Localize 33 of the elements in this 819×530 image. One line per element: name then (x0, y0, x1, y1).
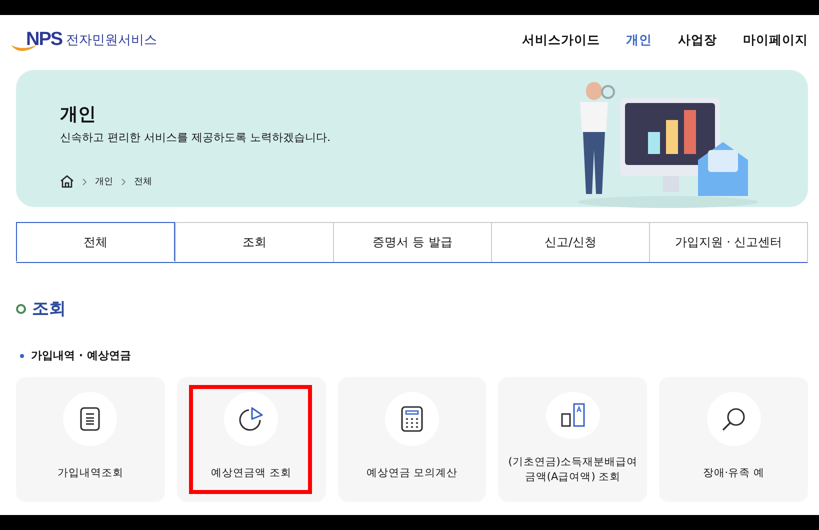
service-name: 전자민원서비스 (66, 32, 158, 49)
bullet-icon (20, 354, 24, 358)
bullet-icon (16, 304, 26, 314)
service-card[interactable]: 예상연금액 조회 (176, 377, 326, 502)
service-card[interactable]: (기초연금)소득재분배급여 금액(A급여액) 조회 (498, 377, 648, 502)
document-pair-icon (560, 402, 586, 428)
tab[interactable]: 전체 (16, 222, 175, 261)
logo-text[interactable]: NPS (26, 29, 62, 51)
card-label: 예상연금 모의계산 (366, 466, 458, 482)
nav-link[interactable]: 서비스가이드 (522, 32, 600, 48)
service-card[interactable]: 예상연금 모의계산 (338, 377, 486, 502)
document-icon (79, 407, 102, 431)
pie-chart-icon (238, 406, 264, 432)
home-icon[interactable] (60, 175, 74, 188)
search-icon (720, 406, 747, 432)
section-title: 조회 (32, 298, 66, 320)
breadcrumb-item[interactable]: 전체 (134, 175, 152, 188)
nav-link[interactable]: 개인 (626, 32, 652, 48)
subsection-title: 가입내역 · 예상연금 (31, 348, 131, 363)
service-card[interactable]: 장애·유족 예 (659, 377, 808, 502)
chevron-icon (121, 178, 126, 186)
breadcrumb-item[interactable]: 개인 (95, 175, 113, 188)
chevron-icon (82, 178, 87, 186)
service-card[interactable]: 가입내역조회 (16, 377, 165, 502)
nav-link[interactable]: 마이페이지 (743, 32, 808, 48)
card-label: 가입내역조회 (57, 466, 124, 482)
page-title: 개인 (60, 103, 97, 126)
page-subtitle: 신속하고 편리한 서비스를 제공하도록 노력하겠습니다. (60, 130, 330, 145)
calculator-icon (400, 406, 424, 432)
card-label: (기초연금)소득재분배급여 금액(A급여액) 조회 (508, 454, 638, 486)
card-label: 장애·유족 예 (702, 466, 764, 482)
nav-link[interactable]: 사업장 (678, 32, 717, 48)
card-label: 예상연금액 조회 (211, 466, 292, 482)
